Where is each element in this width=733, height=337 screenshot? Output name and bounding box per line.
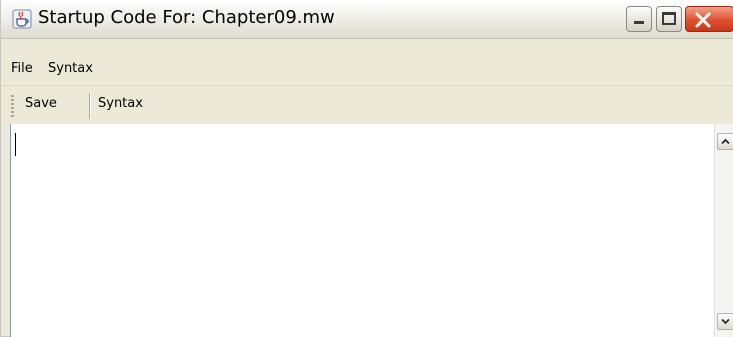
menu-bar (1, 39, 733, 85)
scroll-up-button[interactable] (717, 133, 733, 150)
close-button[interactable] (685, 6, 733, 32)
title-bar[interactable]: Startup Code For: Chapter09.mw (1, 0, 733, 39)
vertical-scrollbar[interactable] (714, 124, 733, 337)
code-editor[interactable] (10, 124, 715, 337)
toolbar-grip[interactable] (11, 95, 14, 117)
minimize-icon (634, 21, 644, 24)
chevron-up-icon (721, 138, 730, 145)
application-window: Startup Code For: Chapter09.mw File Synt… (0, 0, 733, 337)
chevron-down-icon (721, 318, 730, 325)
maximize-button[interactable] (656, 6, 682, 32)
syntax-button[interactable]: Syntax (98, 96, 143, 111)
close-icon (695, 12, 711, 28)
toolbar-separator (89, 93, 90, 119)
java-cup-icon (12, 9, 32, 29)
text-caret (15, 133, 16, 156)
save-button[interactable]: Save (25, 96, 57, 111)
scroll-down-button[interactable] (717, 313, 733, 330)
minimize-button[interactable] (626, 6, 652, 32)
menu-file[interactable]: File (11, 61, 33, 76)
maximize-icon (662, 12, 676, 25)
window-title: Startup Code For: Chapter09.mw (38, 7, 335, 28)
menu-syntax[interactable]: Syntax (48, 61, 93, 76)
